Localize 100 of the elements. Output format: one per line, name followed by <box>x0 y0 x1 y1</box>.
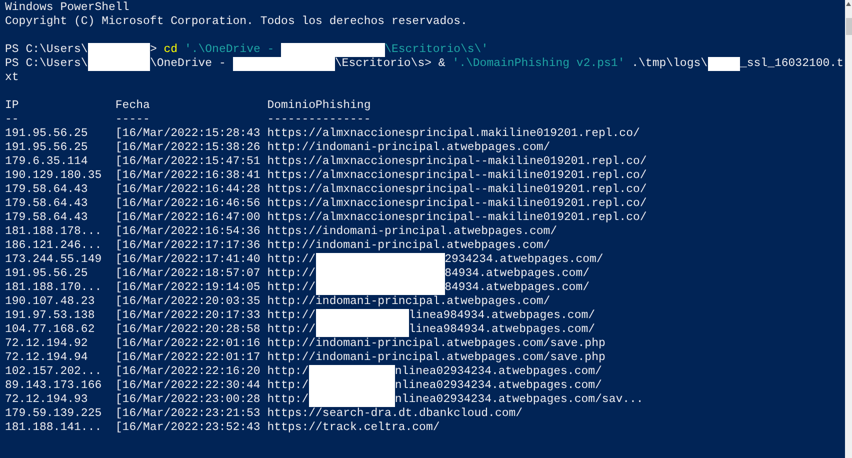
redaction-box <box>88 57 150 71</box>
date-cell: [16/Mar/2022:22:01:17 <box>115 351 260 365</box>
console-text: Windows PowerShell <box>5 1 130 15</box>
ip-cell-text: 104.77.168.62 <box>5 323 96 337</box>
url-text: https://almxnaccionesprincipal--makiline019201.repl.co/ <box>267 211 647 225</box>
url-text: http:// <box>267 253 316 267</box>
url-text: https://indomani-principal.atwebpages.com/ <box>267 225 558 239</box>
url-text: nlinea02934234.atwebpages.com/ <box>394 379 602 393</box>
ip-cell-text: 190.129.180.35 <box>5 169 103 183</box>
redaction-box <box>88 43 150 57</box>
console-text: \Escritorio\s\' <box>384 43 488 57</box>
date-cell: [16/Mar/2022:20:28:58 <box>115 323 260 337</box>
ip-cell-text: 191.97.53.138 <box>5 309 96 323</box>
url-text: http://indomani-principal.atwebpages.com/ <box>267 295 550 309</box>
url-text: https://almxnaccionesprincipal--makiline019201.repl.co/ <box>267 155 647 169</box>
date-cell: [16/Mar/2022:17:41:40 <box>115 253 260 267</box>
console-text: cd <box>164 43 178 57</box>
date-cell: [16/Mar/2022:16:38:41 <box>115 169 260 183</box>
url-text: http:// <box>267 323 316 337</box>
url-text: https://almxnaccionesprincipal--makiline019201.repl.co/ <box>267 183 647 197</box>
console-text: PS C:\Users\ <box>5 57 88 71</box>
header-underline: --------------- <box>267 113 371 127</box>
scrollbar[interactable] <box>845 0 852 458</box>
header-underline: -- <box>5 113 20 127</box>
url-text: http://indomani-principal.atwebpages.com/ <box>267 239 550 253</box>
date-cell: [16/Mar/2022:22:16:20 <box>115 365 260 379</box>
date-cell: [16/Mar/2022:16:46:56 <box>115 197 260 211</box>
ip-cell-text: 190.107.48.23 <box>5 295 96 309</box>
date-cell: [16/Mar/2022:20:03:35 <box>115 295 260 309</box>
date-cell: [16/Mar/2022:15:47:51 <box>115 155 260 169</box>
console-text: Copyright (C) Microsoft Corporation. Todos los derechos reservados. <box>5 15 468 29</box>
date-cell: [16/Mar/2022:22:30:44 <box>115 379 260 393</box>
date-cell: [16/Mar/2022:16:54:36 <box>115 225 260 239</box>
ip-cell-text: 191.95.56.25 <box>5 127 89 141</box>
url-text: nlinea02934234.atwebpages.com/ <box>394 365 602 379</box>
ip-cell-text: 179.59.139.225 <box>5 407 103 421</box>
url-text: 84934.atwebpages.com/ <box>444 281 590 295</box>
date-cell: [16/Mar/2022:22:01:16 <box>115 337 260 351</box>
column-header: Fecha <box>115 99 151 113</box>
url-text: http://indomani-principal.atwebpages.com/ <box>267 141 550 155</box>
url-text: https://almxnaccionesprincipal--makiline019201.repl.co/ <box>267 197 647 211</box>
date-cell: [16/Mar/2022:18:57:07 <box>115 267 260 281</box>
ip-cell-text: 72.12.194.93 <box>5 393 89 407</box>
url-text: 2934234.atwebpages.com/ <box>444 253 604 267</box>
ip-cell-text: 89.143.173.166 <box>5 379 103 393</box>
url-text: http://indomani-principal.atwebpages.com/save.php <box>267 337 606 351</box>
url-text: http:// <box>267 267 316 281</box>
url-text: https://search-dra.dt.dbankcloud.com/ <box>267 407 523 421</box>
url-text: http:// <box>267 281 316 295</box>
url-text: linea984934.atwebpages.com/ <box>408 323 596 337</box>
scrollbar-thumb[interactable] <box>846 18 852 35</box>
date-cell: [16/Mar/2022:23:00:28 <box>115 393 260 407</box>
ip-cell-text: 191.95.56.25 <box>5 141 89 155</box>
header-underline: ----- <box>115 113 151 127</box>
redaction-box <box>708 57 740 71</box>
url-text: nlinea02934234.atwebpages.com/sav... <box>394 393 644 407</box>
url-text: http:// <box>267 309 316 323</box>
ip-cell-text: 186.121.246... <box>5 239 103 253</box>
date-cell: [16/Mar/2022:16:47:00 <box>115 211 260 225</box>
date-cell: [16/Mar/2022:23:52:43 <box>115 421 260 435</box>
ip-cell-text: 173.244.55.149 <box>5 253 103 267</box>
url-text: https://almxnaccionesprincipal--makiline019201.repl.co/ <box>267 169 647 183</box>
url-text: http:/ <box>267 379 309 393</box>
url-text: https://track.celtra.com/ <box>267 421 440 435</box>
date-cell: [16/Mar/2022:15:28:43 <box>115 127 260 141</box>
url-text: http:/ <box>267 365 309 379</box>
console-text: PS C:\Users\ <box>5 43 88 57</box>
url-text: 84934.atwebpages.com/ <box>444 267 590 281</box>
console-text: _ssl_16032100.t <box>740 57 844 71</box>
console-text: xt <box>5 71 19 85</box>
scroll-up-icon[interactable] <box>846 2 851 6</box>
column-header: IP <box>5 99 20 113</box>
ip-cell-text: 181.188.170... <box>5 281 103 295</box>
url-text: http://indomani-principal.atwebpages.com/save.php <box>267 351 606 365</box>
console-text: \OneDrive - <box>150 57 227 71</box>
column-header: DominioPhishing <box>267 99 371 113</box>
console-text: '.\DomainPhishing v2.ps1' <box>452 57 625 71</box>
url-text: linea984934.atwebpages.com/ <box>408 309 596 323</box>
console-text: .\tmp\logs\ <box>632 57 708 71</box>
ip-cell-text: 179.6.35.114 <box>5 155 89 169</box>
console-text: \Escritorio\s> & <box>334 57 446 71</box>
ip-cell-text: 72.12.194.94 <box>5 351 89 365</box>
ip-cell-text: 179.58.64.43 <box>5 183 89 197</box>
ip-cell-text: 179.58.64.43 <box>5 197 89 211</box>
date-cell: [16/Mar/2022:19:14:05 <box>115 281 260 295</box>
date-cell: [16/Mar/2022:20:17:33 <box>115 309 260 323</box>
ip-cell-text: 72.12.194.92 <box>5 337 89 351</box>
url-text: https://almxnaccionesprincipal.makiline019201.repl.co/ <box>267 127 640 141</box>
ip-cell-text: 181.188.141... <box>5 421 103 435</box>
console-text: '.\OneDrive - <box>184 43 276 57</box>
ip-cell-text: 102.157.202... <box>5 365 103 379</box>
url-text: http:/ <box>267 393 309 407</box>
ip-cell-text: 181.188.178... <box>5 225 103 239</box>
ip-cell-text: 179.58.64.43 <box>5 211 89 225</box>
date-cell: [16/Mar/2022:16:44:28 <box>115 183 260 197</box>
date-cell: [16/Mar/2022:17:17:36 <box>115 239 260 253</box>
date-cell: [16/Mar/2022:23:21:53 <box>115 407 260 421</box>
ip-cell-text: 191.95.56.25 <box>5 267 89 281</box>
console-text: > <box>150 43 158 57</box>
date-cell: [16/Mar/2022:15:38:26 <box>115 141 260 155</box>
